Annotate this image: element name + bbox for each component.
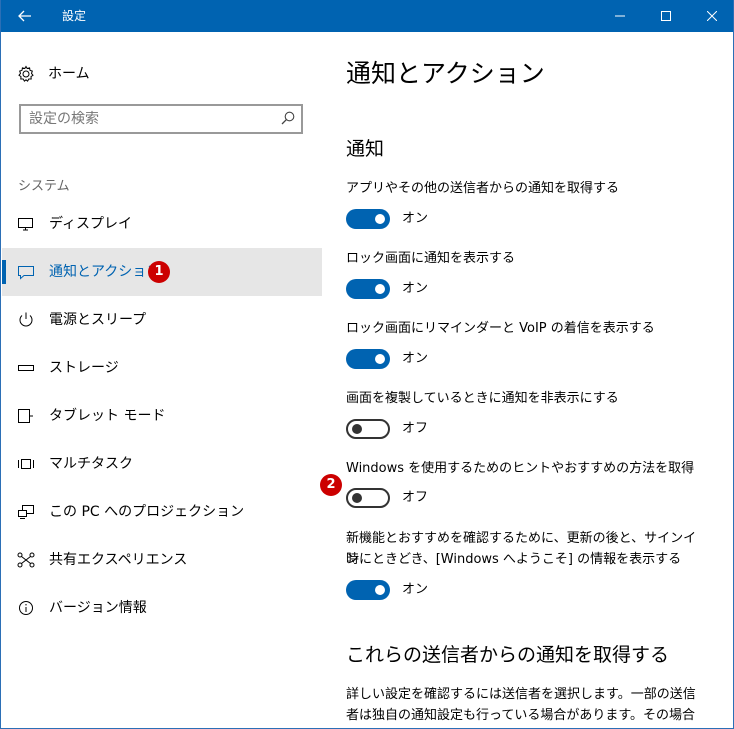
sidebar-item-tablet[interactable]: タブレット モード xyxy=(2,392,322,440)
setting-label: アプリやその他の送信者からの通知を取得する xyxy=(346,181,620,196)
notification-icon xyxy=(18,266,34,280)
info-icon xyxy=(19,601,33,615)
search-input[interactable] xyxy=(29,109,269,129)
sidebar-home[interactable]: ホーム xyxy=(2,56,322,92)
page-title: 通知とアクション xyxy=(346,59,545,88)
maximize-button[interactable] xyxy=(643,0,689,32)
senders-description-line1: 詳しい設定を確認するには送信者を選択します。一部の送信 xyxy=(346,687,696,702)
sidebar-item-label: 通知とアクション xyxy=(49,264,161,280)
sidebar: ホーム システム ディスプレイ 通知とアクション 1 電源とスリープ ストレージ xyxy=(2,32,322,728)
toggle-lock-screen-notifications[interactable] xyxy=(346,279,390,299)
sidebar-item-label: 共有エクスペリエンス xyxy=(49,552,188,568)
sidebar-item-label: ストレージ xyxy=(49,360,119,376)
sidebar-item-label: タブレット モード xyxy=(49,408,166,424)
title-bar: 設定 xyxy=(1,0,733,32)
sidebar-item-storage[interactable]: ストレージ xyxy=(2,344,322,392)
toggle-knob xyxy=(375,585,385,595)
step-badge-1: 1 xyxy=(148,261,170,283)
toggle-knob xyxy=(375,214,385,224)
sidebar-item-label: この PC へのプロジェクション xyxy=(49,504,245,520)
sidebar-item-display[interactable]: ディスプレイ xyxy=(2,200,322,248)
power-icon xyxy=(19,312,33,327)
sidebar-item-notifications[interactable]: 通知とアクション 1 xyxy=(2,248,322,296)
gear-icon xyxy=(18,65,34,82)
toggle-state: オン xyxy=(402,582,429,597)
sidebar-item-label: バージョン情報 xyxy=(49,600,147,616)
share-icon xyxy=(17,552,35,568)
tablet-icon xyxy=(18,409,33,423)
toggle-tips-tricks[interactable] xyxy=(346,488,390,508)
section-label: システム xyxy=(18,179,70,194)
notifications-heading: 通知 xyxy=(346,138,385,160)
settings-window: 設定 ホーム システム ディスプレイ xyxy=(0,0,734,729)
setting-label: 画面を複製しているときに通知を非表示にする xyxy=(346,391,619,406)
sidebar-item-label: マルチタスク xyxy=(49,456,133,472)
toggle-hide-when-duplicating[interactable] xyxy=(346,419,390,439)
toggle-state: オン xyxy=(402,211,429,226)
main-content: 通知とアクション 通知 アプリやその他の送信者からの通知を取得する オン ロック… xyxy=(320,32,733,728)
toggle-knob xyxy=(375,354,385,364)
close-button[interactable] xyxy=(689,0,733,32)
sidebar-item-power[interactable]: 電源とスリープ xyxy=(2,296,322,344)
sidebar-item-label: ディスプレイ xyxy=(49,216,133,232)
sidebar-item-multitask[interactable]: マルチタスク xyxy=(2,440,322,488)
minimize-button[interactable] xyxy=(597,0,643,32)
multitask-icon xyxy=(18,459,34,469)
toggle-state: オン xyxy=(402,351,429,366)
projection-icon xyxy=(18,505,34,519)
toggle-state: オフ xyxy=(402,421,429,436)
window-title: 設定 xyxy=(62,9,87,23)
storage-icon xyxy=(18,365,34,371)
toggle-state: オン xyxy=(402,281,429,296)
back-arrow-icon xyxy=(18,10,31,22)
maximize-icon xyxy=(661,11,671,21)
toggle-knob xyxy=(375,284,385,294)
toggle-knob xyxy=(352,424,362,434)
home-label: ホーム xyxy=(48,66,90,82)
search-box[interactable] xyxy=(19,104,303,134)
toggle-notifications-from-apps[interactable] xyxy=(346,209,390,229)
sidebar-item-label: 電源とスリープ xyxy=(49,312,147,328)
back-button[interactable] xyxy=(1,0,49,32)
toggle-welcome-experience[interactable] xyxy=(346,580,390,600)
setting-label: ロック画面にリマインダーと VoIP の着信を表示する xyxy=(346,321,655,336)
setting-label: ロック画面に通知を表示する xyxy=(346,251,516,266)
minimize-icon xyxy=(615,15,625,17)
close-icon xyxy=(707,11,717,21)
setting-label: Windows を使用するためのヒントやおすすめの方法を取得 xyxy=(346,461,695,476)
sidebar-item-shared[interactable]: 共有エクスペリエンス xyxy=(2,536,322,584)
monitor-icon xyxy=(18,218,33,231)
toggle-knob xyxy=(352,493,362,503)
setting-label-line2: 時にときどき、[Windows へようこそ] の情報を表示する xyxy=(346,552,682,567)
sidebar-item-projection[interactable]: この PC へのプロジェクション xyxy=(2,488,322,536)
toggle-reminders-voip[interactable] xyxy=(346,349,390,369)
sidebar-item-about[interactable]: バージョン情報 xyxy=(2,584,322,632)
step-badge-2: 2 xyxy=(320,474,342,496)
search-icon[interactable] xyxy=(281,111,295,125)
active-indicator xyxy=(2,260,6,284)
senders-heading: これらの送信者からの通知を取得する xyxy=(346,644,670,666)
senders-description-line2: 者は独自の通知設定も行っている場合があります。その場合 xyxy=(346,708,696,723)
toggle-state: オフ xyxy=(402,490,429,505)
